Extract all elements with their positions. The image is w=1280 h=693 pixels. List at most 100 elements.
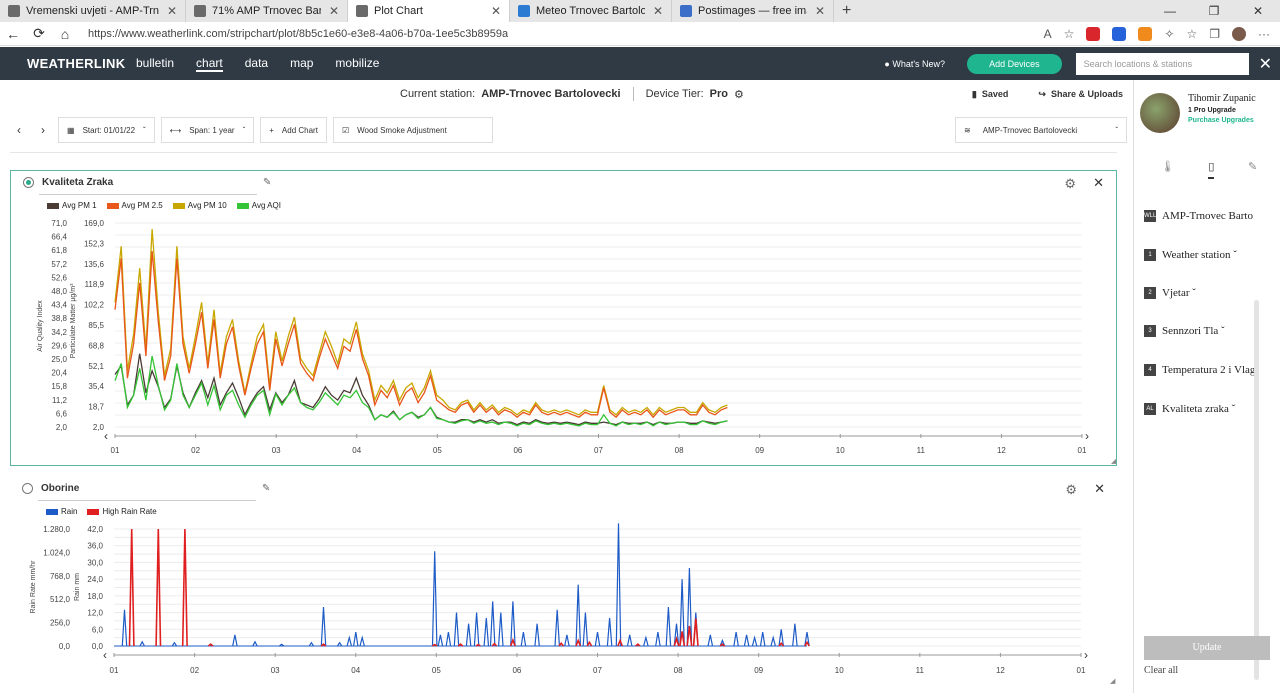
- read-aloud-icon[interactable]: A: [1044, 27, 1052, 41]
- new-tab-button[interactable]: +: [834, 2, 859, 20]
- nav-chart[interactable]: chart: [196, 56, 223, 72]
- next-button[interactable]: ›: [34, 117, 52, 143]
- sensor-label: Weather station ˇ: [1162, 249, 1237, 261]
- x-tick-label: 01: [110, 666, 119, 675]
- saved-button[interactable]: ▮ Saved: [972, 89, 1009, 100]
- station-select[interactable]: ≋ AMP-Trnovec Bartolovecki ˇ: [955, 117, 1127, 143]
- adblock-icon[interactable]: [1086, 26, 1101, 41]
- purchase-upgrades-link[interactable]: Purchase Upgrades: [1188, 117, 1256, 124]
- rain-spike: [606, 618, 613, 647]
- home-icon[interactable]: ⌂: [52, 26, 78, 42]
- refresh-icon[interactable]: ⟳: [26, 25, 52, 42]
- close-icon[interactable]: ✕: [1259, 54, 1272, 74]
- chart-panel-rain[interactable]: Oborine ✎ ⚙ ✕ Rain High Rain Rate 1.280,…: [10, 477, 1117, 687]
- nav-data[interactable]: data: [245, 56, 268, 72]
- rain-spike: [431, 551, 438, 647]
- chart-panel-air-quality[interactable]: Kvaliteta Zraka ✎ ⚙ ✕ Avg PM 1 Avg PM 2.…: [10, 170, 1117, 466]
- x-tick-label: 05: [433, 446, 442, 455]
- span-picker[interactable]: ⟷ Span: 1 year ˇ: [160, 117, 255, 143]
- x-tick-label: 08: [674, 666, 683, 675]
- close-tab-icon[interactable]: ✕: [815, 4, 825, 18]
- x-tick-label: 05: [432, 666, 441, 675]
- aqi-tick-label: 2,0: [56, 423, 68, 432]
- favicon-icon: [194, 5, 206, 17]
- browser-tab[interactable]: Plot Chart ✕: [348, 0, 510, 22]
- close-tab-icon[interactable]: ✕: [653, 4, 663, 18]
- add-chart-button[interactable]: + Add Chart: [260, 117, 327, 143]
- sensor-item[interactable]: 1 Weather station ˇ: [1144, 249, 1270, 261]
- add-devices-button[interactable]: Add Devices: [967, 53, 1062, 74]
- sensor-item[interactable]: 2 Vjetar ˇ: [1144, 287, 1270, 299]
- x-tick-label: 01: [1077, 666, 1086, 675]
- y-axis-label-rain: Rain mm: [74, 573, 81, 601]
- resize-handle-icon: ◢: [1110, 678, 1116, 685]
- device-icon[interactable]: ▯: [1208, 160, 1215, 179]
- f-extension-icon[interactable]: [1112, 26, 1127, 41]
- browser-tab[interactable]: Vremenski uvjeti - AMP-Trnovec ✕: [0, 0, 186, 22]
- chart-toolbar: ‹ › ▦ Start: 01/01/22 ˇ ⟷ Span: 1 year ˇ + Ad…: [10, 117, 493, 143]
- browser-tab[interactable]: Meteo Trnovec Bartolovečki ✕: [510, 0, 672, 22]
- rain-rate-spike: [692, 618, 699, 647]
- air-quality-chart[interactable]: 71,0 66,4 61,8 57,2 52,6 48,0 43,4 38,8 34,2 29,6…: [11, 171, 1116, 465]
- sensor-item[interactable]: AL Kvaliteta zraka ˇ: [1144, 403, 1270, 415]
- wood-smoke-label: Wood Smoke Adjustment: [357, 125, 447, 135]
- profile-icon[interactable]: [1232, 26, 1246, 41]
- user-upgrade: 1 Pro Upgrade: [1188, 107, 1236, 114]
- pm-tick-label: 102,2: [84, 301, 105, 310]
- back-icon[interactable]: ←: [0, 26, 26, 42]
- start-date-picker[interactable]: ▦ Start: 01/01/22 ˇ: [58, 117, 155, 143]
- rain-spike: [437, 634, 444, 647]
- browser-tab[interactable]: Postimages — free image hostin ✕: [672, 0, 834, 22]
- collections-icon[interactable]: ❐: [1209, 27, 1220, 41]
- aqi-tick-label: 34,2: [51, 328, 67, 337]
- wrench-icon[interactable]: ✎: [1248, 160, 1257, 179]
- rain-spike: [707, 634, 714, 647]
- rain-spike: [121, 609, 128, 647]
- nav-mobilize[interactable]: mobilize: [335, 56, 379, 72]
- favorites-icon[interactable]: ☆: [1186, 27, 1197, 41]
- star-icon[interactable]: ☆: [1064, 27, 1075, 41]
- weatherlink-logo[interactable]: WEATHERLINK: [27, 56, 136, 71]
- aqi-tick-label: 38,8: [51, 314, 67, 323]
- close-tab-icon[interactable]: ✕: [167, 4, 177, 18]
- browser-tab[interactable]: 71% AMP Trnovec Bartolovečki ✕: [186, 0, 348, 22]
- pm-tick-label: 2,0: [93, 423, 105, 432]
- close-window-icon[interactable]: ✕: [1236, 0, 1280, 22]
- minimize-icon[interactable]: —: [1148, 0, 1192, 22]
- main-nav: bulletin chart data map mobilize: [136, 56, 379, 72]
- avatar[interactable]: [1140, 93, 1180, 133]
- x-tick-label: 09: [755, 446, 764, 455]
- nav-bulletin[interactable]: bulletin: [136, 56, 174, 72]
- close-tab-icon[interactable]: ✕: [491, 4, 501, 18]
- x-tick-label: 06: [513, 446, 522, 455]
- x-tick-label: 11: [917, 446, 926, 455]
- whats-new-link[interactable]: ● What's New?: [884, 59, 945, 69]
- sensor-item[interactable]: 4 Temperatura 2 i Vlag: [1144, 364, 1270, 376]
- orange-extension-icon[interactable]: [1138, 26, 1153, 41]
- checkbox-icon: ☑: [341, 125, 350, 135]
- scrollbar[interactable]: [1254, 300, 1259, 680]
- search-input[interactable]: Search locations & stations: [1075, 52, 1249, 75]
- nav-map[interactable]: map: [290, 56, 313, 72]
- scroll-right-icon: ›: [1085, 429, 1089, 443]
- restore-icon[interactable]: ❐: [1192, 0, 1236, 22]
- tier-settings-icon[interactable]: ⚙: [734, 88, 744, 101]
- pm-tick-label: 169,0: [84, 219, 105, 228]
- clear-all-link[interactable]: Clear all: [1144, 665, 1178, 676]
- chevron-down-icon: ˇ: [143, 125, 146, 135]
- menu-dots-icon[interactable]: ···: [1258, 27, 1270, 41]
- tab-label: Meteo Trnovec Bartolovečki: [536, 5, 645, 17]
- sensor-item[interactable]: 3 Sennzori Tla ˇ: [1144, 325, 1270, 337]
- rain-chart[interactable]: 1.280,0 1.024,0 768,0 512,0 256,0 0,0 42,0 36,0…: [10, 477, 1117, 687]
- plus-icon: +: [269, 125, 274, 135]
- thermometer-icon[interactable]: 🌡︎: [1161, 160, 1175, 179]
- share-uploads-button[interactable]: ↪ Share & Uploads: [1038, 89, 1123, 100]
- update-button[interactable]: Update: [1144, 636, 1270, 660]
- sensor-item[interactable]: WLL AMP-Trnovec Barto: [1144, 210, 1270, 222]
- prev-button[interactable]: ‹: [10, 117, 28, 143]
- puzzle-icon[interactable]: ✧: [1164, 27, 1174, 41]
- aqi-tick-label: 11,2: [52, 396, 68, 405]
- wood-smoke-toggle[interactable]: ☑ Wood Smoke Adjustment: [332, 117, 493, 143]
- url-field[interactable]: https://www.weatherlink.com/stripchart/p…: [88, 28, 1044, 40]
- close-tab-icon[interactable]: ✕: [329, 4, 339, 18]
